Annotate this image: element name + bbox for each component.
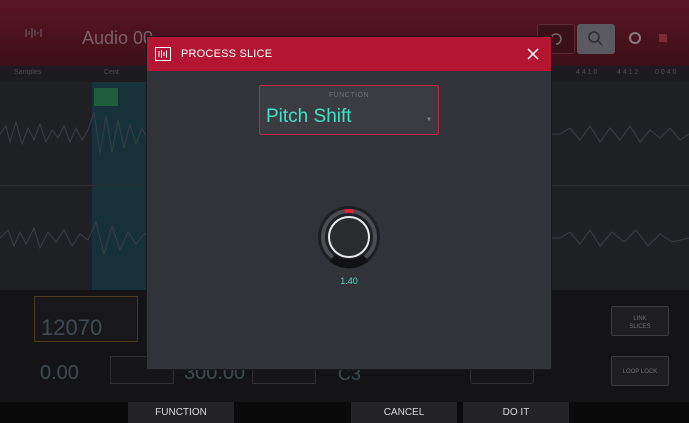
track-title: Audio 00 — [82, 28, 154, 48]
knob-value: 1.40 — [340, 276, 358, 286]
ruler-label: 4 4 1 0 — [576, 69, 598, 76]
function-caption: FUNCTION — [328, 92, 370, 99]
zoom-button[interactable] — [577, 24, 615, 54]
close-icon[interactable] — [525, 46, 541, 62]
param-value: 0.00 — [40, 362, 79, 384]
link-slices-button[interactable]: LINK SLICES — [611, 306, 669, 336]
pitch-knob[interactable] — [315, 203, 383, 271]
waveform-logo-icon — [155, 47, 171, 61]
dropdown-caret-icon: ▼ — [426, 117, 432, 123]
ruler-label: Cent — [104, 69, 119, 76]
loop-lock-button[interactable]: LOOP LOCK — [611, 356, 669, 386]
ruler-label: 4 4 1 2 — [617, 69, 639, 76]
ruler-label: Samples — [14, 69, 42, 76]
process-slice-dialog: PROCESS SLICE FUNCTION Pitch Shift ▼ 1.4… — [146, 36, 552, 370]
do-it-softkey[interactable]: DO IT — [463, 402, 569, 423]
waveform-logo-icon — [25, 28, 42, 38]
dialog-header: PROCESS SLICE — [147, 37, 551, 71]
zoom-icon — [588, 31, 603, 46]
function-value: Pitch Shift — [266, 106, 352, 127]
cancel-softkey[interactable]: CANCEL — [351, 402, 457, 423]
softkey-bar — [0, 402, 689, 423]
gear-icon[interactable] — [627, 30, 643, 46]
slice-start-value: 12070 — [41, 315, 103, 340]
stop-icon[interactable] — [659, 34, 667, 42]
function-softkey[interactable]: FUNCTION — [128, 402, 234, 423]
slice-start-field[interactable]: 12070 — [34, 296, 138, 342]
function-select[interactable]: FUNCTION Pitch Shift ▼ — [259, 85, 439, 135]
knob-cap — [328, 216, 370, 258]
ruler-label: 0 0 4 0 — [655, 69, 677, 76]
dialog-title: PROCESS SLICE — [181, 48, 273, 60]
